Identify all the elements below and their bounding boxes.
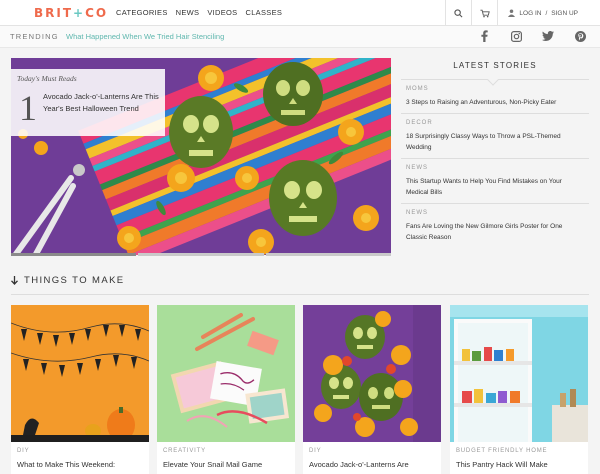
story-item[interactable]: DECOR 18 Surprisingly Classy Ways to Thr… [401,114,589,159]
card-title[interactable]: What to Make This Weekend: [17,460,145,469]
section-divider [11,294,589,295]
facebook-icon [480,30,488,42]
slide-indicator-3[interactable] [265,253,391,256]
logo-text-right: CO [85,6,109,20]
article-card[interactable]: BUDGET FRIENDLY HOME This Pantry Hack Wi… [450,305,588,474]
trending-link[interactable]: What Happened When We Tried Hair Stencil… [66,32,224,41]
trending-label: TRENDING [10,32,59,41]
trending-bar: TRENDING What Happened When We Tried Hai… [0,26,600,48]
nav-classes[interactable]: CLASSES [245,8,282,17]
logo-text-left: BRIT [34,6,74,20]
nav-news[interactable]: NEWS [176,8,200,17]
slide-indicator-2[interactable] [138,253,264,256]
latest-stories-heading: LATEST STORIES [401,58,589,86]
arrow-down-icon [11,276,18,285]
account-links: LOG IN / SIGN UP [497,0,600,26]
card-image [450,305,588,442]
story-category[interactable]: NEWS [406,210,584,216]
story-item[interactable]: NEWS Fans Are Loving the New Gilmore Gir… [401,204,589,248]
story-title[interactable]: 18 Surprisingly Classy Ways to Throw a P… [406,131,584,153]
nav-categories[interactable]: CATEGORIES [116,8,168,17]
card-category[interactable]: DIY [309,448,321,454]
card-image [157,305,295,442]
story-category[interactable]: MOMS [406,86,584,92]
signup-link[interactable]: SIGN UP [551,10,578,17]
hero-slide-indicators [11,253,391,256]
story-title[interactable]: This Startup Wants to Help You Find Mist… [406,176,584,198]
card-image [303,305,441,442]
card-grid: DIY What to Make This Weekend: CREATIVIT… [11,305,591,474]
article-card[interactable]: DIY What to Make This Weekend: [11,305,149,474]
top-header: BRIT+CO CATEGORIES NEWS VIDEOS CLASSES L… [0,0,600,26]
header-actions: LOG IN / SIGN UP [445,0,600,26]
instagram-icon [510,30,522,42]
card-title[interactable]: Avocado Jack-o'-Lanterns Are [309,460,437,469]
instagram-link[interactable] [510,30,522,42]
cart-icon [480,9,490,17]
slide-indicator-1[interactable] [11,253,137,256]
search-icon [454,8,463,17]
hero-rank-number: 1 [19,88,37,128]
story-category[interactable]: DECOR [406,120,584,126]
hero-title[interactable]: Avocado Jack-o'-Lanterns Are This Year's… [43,91,161,115]
social-links [478,30,586,42]
story-title[interactable]: Fans Are Loving the New Gilmore Girls Po… [406,221,584,243]
login-separator: / [545,9,548,17]
pinterest-icon [574,30,586,42]
article-card[interactable]: DIY Avocado Jack-o'-Lanterns Are [303,305,441,474]
hero-tag: Today's Must Reads [17,74,77,83]
card-image [11,305,149,442]
article-card[interactable]: CREATIVITY Elevate Your Snail Mail Game [157,305,295,474]
card-category[interactable]: CREATIVITY [163,448,206,454]
story-item[interactable]: MOMS 3 Steps to Raising an Adventurous, … [401,80,589,114]
twitter-link[interactable] [542,30,554,42]
latest-stories: LATEST STORIES MOMS 3 Steps to Raising a… [401,58,589,248]
nav-videos[interactable]: VIDEOS [207,8,237,17]
pinterest-link[interactable] [574,30,586,42]
hero-slide[interactable]: Today's Must Reads 1 Avocado Jack-o'-Lan… [11,58,391,255]
main-nav: CATEGORIES NEWS VIDEOS CLASSES [116,8,282,17]
login-link[interactable]: LOG IN [519,10,541,17]
search-button[interactable] [445,0,471,26]
section-title: THINGS TO MAKE [24,275,125,286]
user-icon [508,9,516,17]
card-category[interactable]: BUDGET FRIENDLY HOME [456,448,547,454]
card-category[interactable]: DIY [17,448,29,454]
card-title[interactable]: Elevate Your Snail Mail Game [163,460,291,469]
brand-logo[interactable]: BRIT+CO [34,6,108,20]
card-title[interactable]: This Pantry Hack Will Make [456,460,584,469]
hero-caption-card[interactable]: Today's Must Reads 1 Avocado Jack-o'-Lan… [11,69,165,136]
facebook-link[interactable] [478,30,490,42]
latest-stories-title: LATEST STORIES [453,61,537,70]
cart-button[interactable] [471,0,497,26]
twitter-icon [542,31,554,41]
story-category[interactable]: NEWS [406,165,584,171]
logo-plus: + [73,6,86,20]
section-header: THINGS TO MAKE [11,275,125,286]
story-item[interactable]: NEWS This Startup Wants to Help You Find… [401,159,589,204]
story-title[interactable]: 3 Steps to Raising an Adventurous, Non-P… [406,97,584,108]
